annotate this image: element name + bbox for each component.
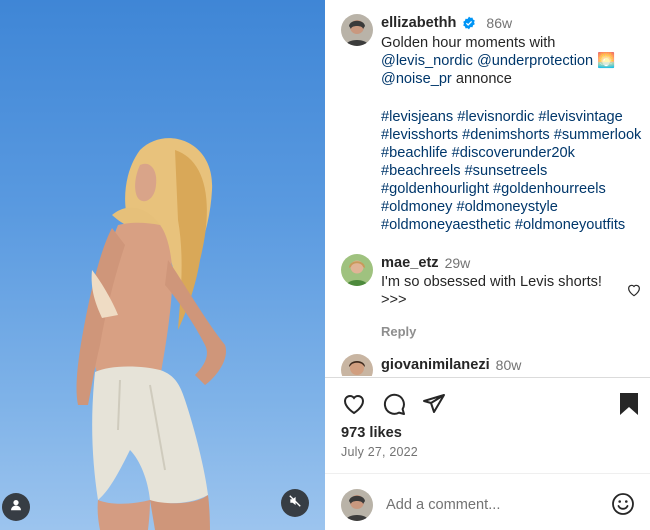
hashtag-line[interactable]: #beachlife #discoverunder20k [381,144,646,162]
post-details-panel: ellizabethh 86w Golden hour moments with… [325,0,650,530]
comment-timestamp[interactable]: 29w [445,254,471,272]
mention-link[interactable]: @noise_pr [381,71,452,87]
comment-username[interactable]: mae_etz [381,254,439,272]
muted-speaker-icon [288,494,302,513]
bookmark-icon[interactable] [619,392,639,421]
caption-line: @levis_nordic @underprotection 🌅 [381,52,646,70]
divider [325,473,650,474]
mention-link[interactable]: @levis_nordic [381,53,473,69]
hashtag-line[interactable]: #oldmoney #oldmoneystyle [381,198,646,216]
mute-button[interactable] [281,489,309,517]
mention-link[interactable]: @underprotection [477,53,593,69]
comment-like-icon[interactable] [626,282,642,303]
hashtag-list: #levisjeans #levisnordic #levisvintage #… [381,108,646,234]
comment-text-line: >>> [381,292,407,308]
user-tag-button[interactable] [2,493,30,521]
post-timestamp[interactable]: 86w [486,14,512,32]
caption-text-segment: annonce [451,71,512,87]
caption-line: @noise_pr annonce [381,70,646,88]
comment-bubble-icon[interactable] [381,391,407,417]
comment-item: giovanimilanezi 80w [381,356,631,374]
post-actions [341,391,447,417]
author-avatar[interactable] [341,14,373,46]
comment-item: mae_etz 29w I'm so obsessed with Levis s… [381,254,631,341]
video-frame-illustration [76,138,226,530]
reply-button[interactable]: Reply [381,323,631,341]
caption-line: Golden hour moments with [381,34,646,52]
likes-count[interactable]: 973 likes [341,425,402,441]
commenter-avatar[interactable] [341,254,373,286]
post-date: July 27, 2022 [341,445,418,459]
heart-icon[interactable] [341,391,367,417]
comment-timestamp[interactable]: 80w [496,356,522,374]
scroll-mask [325,376,650,390]
hashtag-line[interactable]: #oldmoneyaesthetic #oldmoneyoutfits [381,216,646,234]
divider [325,377,650,378]
hashtag-line[interactable]: #goldenhourlight #goldenhourreels [381,180,646,198]
comment-username[interactable]: giovanimilanezi [381,356,490,374]
hashtag-line[interactable]: #levisjeans #levisnordic #levisvintage [381,108,646,126]
author-username[interactable]: ellizabethh [381,14,456,32]
current-user-avatar [341,489,373,521]
caption-text: Golden hour moments with @levis_nordic @… [381,34,646,88]
hashtag-line[interactable]: #levisshorts #denimshorts #summerlook [381,126,646,144]
emoji-icon[interactable] [611,492,635,521]
caption-text-segment: 🌅 [593,53,616,69]
hashtag-line[interactable]: #beachreels #sunsetreels [381,162,646,180]
comment-text-line: I'm so obsessed with Levis shorts! [381,274,602,290]
paper-plane-icon[interactable] [421,391,447,417]
post-caption: ellizabethh 86w Golden hour moments with… [381,14,646,234]
comment-input[interactable]: Add a comment... [386,497,500,513]
post-video[interactable] [0,0,325,530]
caption-text-segment: Golden hour moments with [381,35,556,51]
user-tag-icon [9,498,23,517]
verified-badge-icon [462,16,476,30]
